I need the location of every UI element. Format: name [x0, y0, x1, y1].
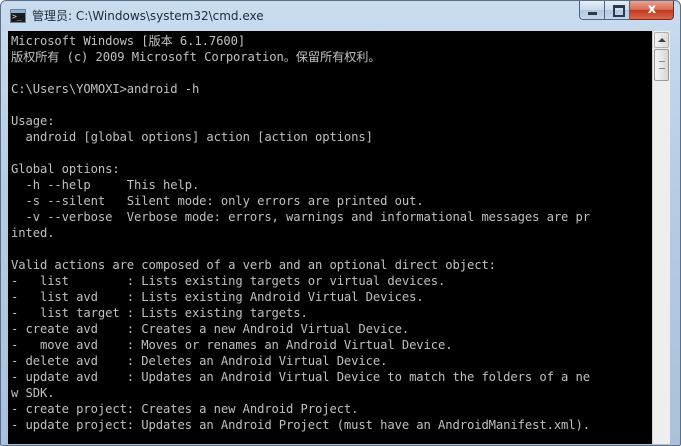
window-title: 管理员: C:\Windows\system32\cmd.exe — [32, 9, 264, 23]
close-icon: x — [647, 2, 657, 17]
console-output[interactable]: Microsoft Windows [版本 6.1.7600] 版权所有 (c) … — [8, 31, 652, 444]
close-button[interactable]: x — [630, 1, 674, 20]
console-line: -s --silent Silent mode: only errors are… — [11, 194, 424, 208]
console-line: 版权所有 (c) 2009 Microsoft Corporation。保留所有… — [11, 50, 381, 64]
scroll-up-arrow-icon[interactable] — [654, 32, 669, 48]
console-line: Valid actions are composed of a verb and… — [11, 258, 496, 272]
minimize-button[interactable] — [579, 1, 605, 20]
console-line: Global options: — [11, 162, 120, 176]
window-frame-right — [669, 31, 680, 445]
console-line: - list target : Lists existing targets. — [11, 306, 308, 320]
console-line: - update project: Updates an Android Pro… — [11, 418, 591, 432]
maximize-icon — [613, 5, 625, 17]
console-line: inted. — [11, 226, 55, 240]
console-line: w SDK. — [11, 386, 55, 400]
title-bar[interactable]: 管理员: C:\Windows\system32\cmd.exe x — [1, 1, 680, 31]
cmd-icon[interactable] — [10, 9, 26, 23]
console-line: - update avd : Updates an Android Virtua… — [11, 370, 591, 384]
caption-buttons: x — [579, 1, 674, 21]
console-line: android [global options] action [action … — [11, 130, 373, 144]
console-line: - delete avd : Deletes an Android Virtua… — [11, 354, 388, 368]
console-line: C:\Users\YOMOXI>android -h — [11, 82, 200, 96]
cmd-window: 管理员: C:\Windows\system32\cmd.exe x Micro… — [0, 0, 681, 446]
console-line: - create project: Creates a new Android … — [11, 402, 359, 416]
minimize-icon — [588, 12, 597, 15]
scroll-thumb[interactable] — [654, 49, 669, 81]
console-line: - list : Lists existing targets or virtu… — [11, 274, 446, 288]
console-line: -h --help This help. — [11, 178, 200, 192]
console-line: Microsoft Windows [版本 6.1.7600] — [11, 34, 246, 48]
console-line: -v --verbose Verbose mode: errors, warni… — [11, 210, 591, 224]
console-line: - list avd : Lists existing Android Virt… — [11, 290, 424, 304]
maximize-button[interactable] — [605, 1, 630, 20]
console-line: Usage: — [11, 114, 55, 128]
vertical-scrollbar[interactable] — [652, 31, 670, 444]
console-line: - create avd : Creates a new Android Vir… — [11, 322, 410, 336]
console-line: - move avd : Moves or renames an Android… — [11, 338, 453, 352]
